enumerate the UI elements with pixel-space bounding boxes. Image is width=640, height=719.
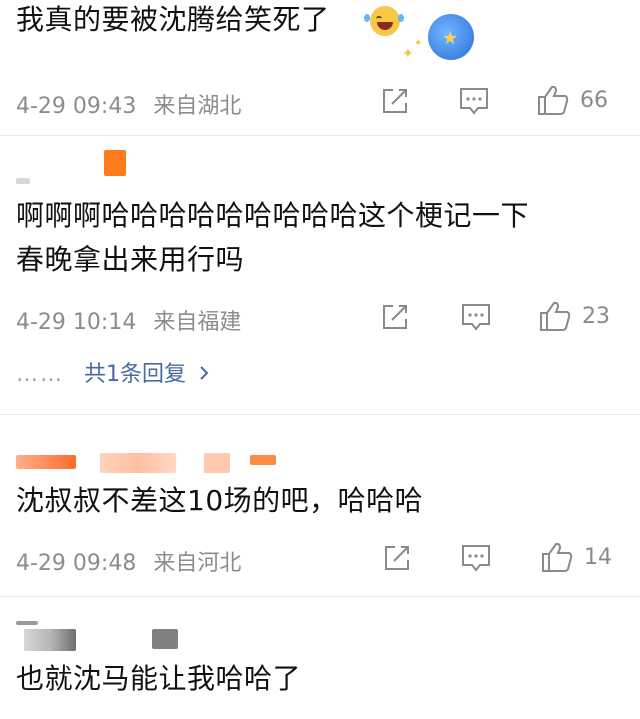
comment-3: 沈叔叔不差这10场的吧，哈哈哈 4-29 09:48 来自河北 14 [0, 415, 640, 595]
comment-text: 也就沈马能让我哈哈了 [16, 662, 302, 695]
comment-text: 我真的要被沈腾给笑死了 [16, 3, 330, 36]
comment-text: 春晚拿出来用行吗 [16, 243, 245, 276]
comment-source: 来自福建 [153, 310, 242, 335]
comment-button[interactable] [460, 302, 492, 332]
replies-dots: …… [16, 362, 64, 387]
replies-label: 共1条回复 [84, 362, 186, 387]
username-blur [100, 453, 176, 473]
repost-button[interactable] [380, 302, 410, 332]
star-badge-icon: ★ [428, 14, 474, 60]
username-blur [152, 629, 178, 649]
laughing-tears-emoji [370, 6, 400, 36]
repost-icon [383, 305, 407, 329]
comment-2: 啊啊啊哈哈哈哈哈哈哈哈哈这个梗记一下 春晚拿出来用行吗 4-29 10:14 来… [0, 136, 640, 414]
username-blur [24, 629, 76, 651]
comment-date: 4-29 09:43 [16, 94, 137, 119]
username-blur [204, 453, 230, 473]
avatar-blur [16, 621, 38, 625]
comment-meta: 4-29 10:14 来自福建 [16, 304, 241, 336]
thumbs-up-icon [542, 542, 573, 572]
username-blur [104, 150, 126, 176]
sparkle-icon: ✦ [402, 46, 414, 62]
comment-4: 也就沈马能让我哈哈了 [0, 597, 640, 719]
comment-icon [462, 304, 490, 331]
repost-button[interactable] [380, 86, 410, 116]
comment-meta: 4-29 09:43 来自湖北 [16, 88, 241, 120]
username-blur [250, 455, 276, 465]
comment-date: 4-29 10:14 [16, 310, 137, 335]
comment-text: 沈叔叔不差这10场的吧，哈哈哈 [16, 484, 424, 517]
repost-button[interactable] [382, 543, 412, 573]
like-button[interactable]: 14 [540, 541, 612, 573]
comment-button[interactable] [460, 543, 492, 573]
comment-button[interactable] [458, 86, 490, 116]
like-count: 14 [584, 544, 612, 570]
like-button[interactable]: 66 [536, 84, 608, 116]
tear-right [398, 14, 404, 22]
comment-text: 啊啊啊哈哈哈哈哈哈哈哈哈这个梗记一下 [16, 199, 530, 232]
view-replies-link[interactable]: …… 共1条回复 [16, 356, 210, 388]
comment-date: 4-29 09:48 [16, 551, 137, 576]
thumbs-up-icon [538, 85, 569, 115]
repost-icon [383, 89, 407, 113]
thumbs-up-icon [540, 301, 571, 331]
chevron-right-icon [198, 362, 210, 387]
comment-source: 来自河北 [153, 551, 242, 576]
comment-meta: 4-29 09:48 来自河北 [16, 545, 241, 577]
like-count: 23 [582, 303, 610, 329]
repost-icon [385, 546, 409, 570]
username-blur [16, 455, 76, 469]
comment-icon [460, 88, 488, 115]
like-count: 66 [580, 87, 608, 113]
avatar-blur [16, 178, 30, 184]
comment-icon [462, 545, 490, 572]
sparkle-icon: ✦ [414, 38, 423, 49]
comment-1: 我真的要被沈腾给笑死了 ★ ✦ ✦ 4-29 09:43 来自湖北 66 [0, 0, 640, 135]
like-button[interactable]: 23 [538, 300, 610, 332]
comment-source: 来自湖北 [153, 94, 242, 119]
